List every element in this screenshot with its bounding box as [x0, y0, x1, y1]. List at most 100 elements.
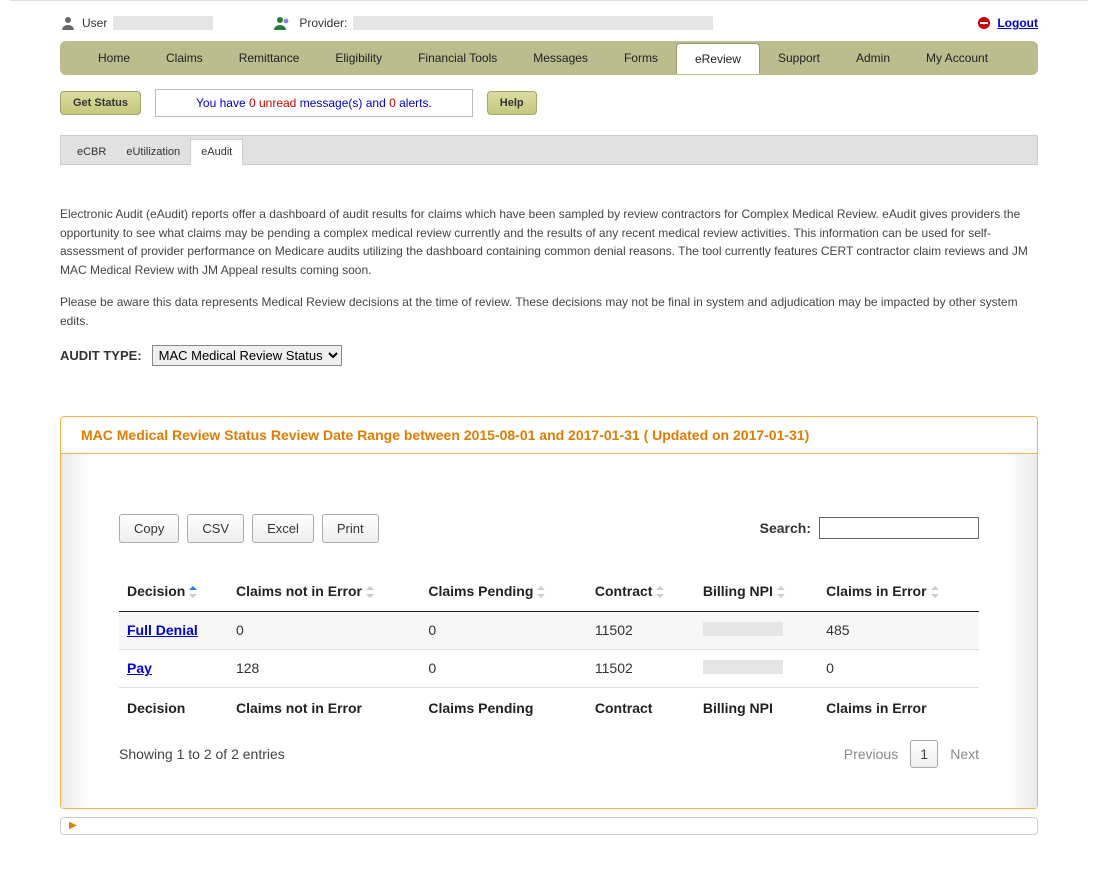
- cell-in-err: 0: [818, 649, 979, 687]
- main-nav: Home Claims Remittance Eligibility Finan…: [60, 41, 1038, 75]
- subtab-eutilization[interactable]: eUtilization: [116, 140, 190, 164]
- panel-header: MAC Medical Review Status Review Date Ra…: [61, 417, 1037, 454]
- col-in-error[interactable]: Claims in Error: [818, 573, 979, 612]
- cell-npi: [695, 611, 818, 649]
- nav-my-account[interactable]: My Account: [908, 42, 1006, 74]
- nav-forms[interactable]: Forms: [606, 42, 676, 74]
- print-button[interactable]: Print: [322, 514, 379, 543]
- copy-button[interactable]: Copy: [119, 514, 179, 543]
- panel-title: MAC Medical Review Status Review Date Ra…: [81, 427, 1017, 443]
- col-contract[interactable]: Contract: [587, 573, 695, 612]
- sort-icon: [366, 586, 376, 598]
- foot-in-error: Claims in Error: [818, 687, 979, 726]
- subtab-ecbr[interactable]: eCBR: [67, 140, 116, 164]
- dt-bottom: Showing 1 to 2 of 2 entries Previous 1 N…: [119, 740, 979, 768]
- col-billing-npi[interactable]: Billing NPI: [695, 573, 818, 612]
- user-label: User: [82, 16, 107, 30]
- user-icon: [60, 15, 76, 31]
- cell-pending: 0: [420, 649, 587, 687]
- arrow-right-icon[interactable]: ▶: [69, 820, 77, 831]
- footer-bar: ▶: [60, 817, 1038, 835]
- group-icon: [273, 15, 293, 31]
- cell-contract: 11502: [587, 649, 695, 687]
- export-buttons: Copy CSV Excel Print: [119, 514, 379, 543]
- nav-messages[interactable]: Messages: [515, 42, 606, 74]
- nav-support[interactable]: Support: [760, 42, 838, 74]
- audit-type-label: AUDIT TYPE:: [60, 348, 142, 363]
- foot-decision: Decision: [119, 687, 228, 726]
- user-value-redacted: [113, 16, 213, 30]
- npi-redacted: [703, 622, 783, 636]
- messages-box: You have 0 unread message(s) and 0 alert…: [155, 89, 473, 117]
- csv-button[interactable]: CSV: [187, 514, 244, 543]
- pager-previous[interactable]: Previous: [844, 746, 898, 762]
- cell-pending: 0: [420, 611, 587, 649]
- col-pending[interactable]: Claims Pending: [420, 573, 587, 612]
- dt-top: Copy CSV Excel Print Search:: [119, 514, 979, 543]
- get-status-button[interactable]: Get Status: [60, 91, 141, 115]
- sort-icon: [656, 586, 666, 598]
- top-bar: User Provider: Logout: [10, 0, 1088, 41]
- pager-page-1[interactable]: 1: [910, 740, 938, 768]
- provider-label: Provider:: [299, 16, 347, 30]
- sub-tabs: eCBR eUtilization eAudit: [60, 135, 1038, 165]
- user-block: User: [60, 15, 213, 31]
- decision-link[interactable]: Full Denial: [127, 622, 198, 638]
- results-panel: MAC Medical Review Status Review Date Ra…: [60, 416, 1038, 809]
- nav-admin[interactable]: Admin: [838, 42, 908, 74]
- dt-info: Showing 1 to 2 of 2 entries: [119, 746, 285, 762]
- decision-link[interactable]: Pay: [127, 660, 152, 676]
- msg-pre: You have: [196, 96, 249, 110]
- npi-redacted: [703, 660, 783, 674]
- cell-not-err: 128: [228, 649, 420, 687]
- msg-alert-count: 0: [389, 96, 396, 110]
- panel-body: Copy CSV Excel Print Search: Decision: [61, 454, 1037, 808]
- foot-contract: Contract: [587, 687, 695, 726]
- search-label: Search:: [760, 520, 811, 536]
- foot-pending: Claims Pending: [420, 687, 587, 726]
- sort-icon: [537, 586, 547, 598]
- status-row: Get Status You have 0 unread message(s) …: [60, 89, 1038, 117]
- search-block: Search:: [760, 517, 979, 539]
- sort-icon: [931, 586, 941, 598]
- nav-eligibility[interactable]: Eligibility: [317, 42, 400, 74]
- foot-billing-npi: Billing NPI: [695, 687, 818, 726]
- sort-icon: [777, 586, 787, 598]
- foot-not-in-error: Claims not in Error: [228, 687, 420, 726]
- nav-financial-tools[interactable]: Financial Tools: [400, 42, 515, 74]
- pager-next[interactable]: Next: [950, 746, 979, 762]
- provider-value-redacted: [353, 16, 713, 30]
- excel-button[interactable]: Excel: [252, 514, 314, 543]
- provider-block: Provider:: [273, 15, 713, 31]
- logout-block: Logout: [977, 16, 1038, 30]
- cell-in-err: 485: [818, 611, 979, 649]
- table-row: Pay 128 0 11502 0: [119, 649, 979, 687]
- logout-link[interactable]: Logout: [997, 16, 1038, 30]
- audit-type-select[interactable]: MAC Medical Review Status: [152, 345, 342, 366]
- cell-npi: [695, 649, 818, 687]
- msg-unread-count: 0: [249, 96, 256, 110]
- intro-text: Electronic Audit (eAudit) reports offer …: [60, 205, 1038, 331]
- nav-remittance[interactable]: Remittance: [221, 42, 318, 74]
- pager: Previous 1 Next: [844, 740, 979, 768]
- col-decision[interactable]: Decision: [119, 573, 228, 612]
- msg-mid1: unread: [256, 96, 300, 110]
- col-not-in-error[interactable]: Claims not in Error: [228, 573, 420, 612]
- table-row: Full Denial 0 0 11502 485: [119, 611, 979, 649]
- nav-ereview[interactable]: eReview: [676, 43, 760, 74]
- nav-claims[interactable]: Claims: [148, 42, 221, 74]
- results-table: Decision Claims not in Error Claims Pend…: [119, 573, 979, 726]
- subtab-eaudit[interactable]: eAudit: [190, 139, 243, 165]
- intro-p1: Electronic Audit (eAudit) reports offer …: [60, 205, 1038, 279]
- msg-mid2: message(s) and: [300, 96, 389, 110]
- cell-contract: 11502: [587, 611, 695, 649]
- sort-asc-icon: [189, 586, 199, 598]
- help-button[interactable]: Help: [487, 91, 537, 115]
- intro-p2: Please be aware this data represents Med…: [60, 293, 1038, 330]
- cell-not-err: 0: [228, 611, 420, 649]
- audit-type-row: AUDIT TYPE: MAC Medical Review Status: [60, 345, 1038, 366]
- search-input[interactable]: [819, 517, 979, 539]
- no-entry-icon: [977, 16, 991, 30]
- datatable-card: Copy CSV Excel Print Search: Decision: [101, 484, 997, 788]
- nav-home[interactable]: Home: [80, 42, 148, 74]
